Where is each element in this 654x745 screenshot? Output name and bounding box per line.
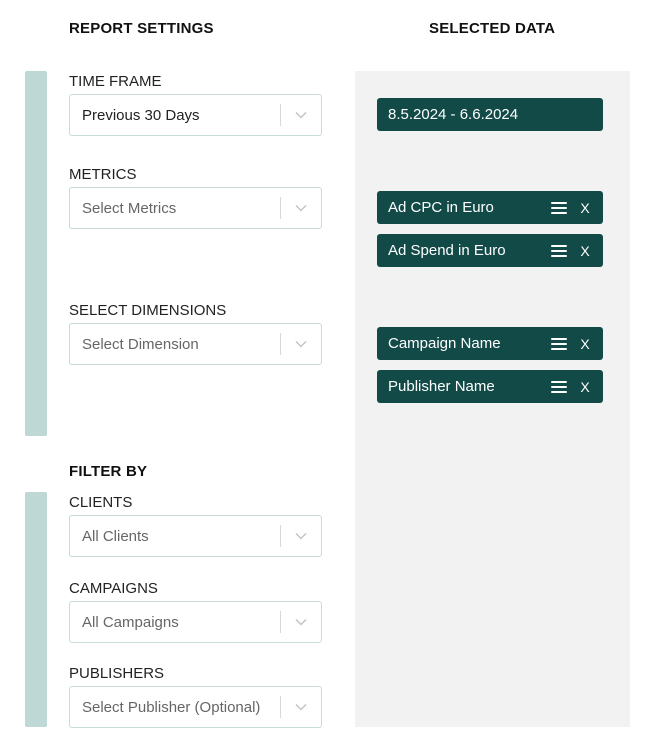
- metrics-placeholder: Select Metrics: [82, 199, 177, 217]
- dimension-chip-label: Publisher Name: [388, 378, 495, 395]
- drag-handle-icon[interactable]: [551, 380, 567, 393]
- metric-chip-label: Ad Spend in Euro: [388, 242, 506, 259]
- time-frame-select[interactable]: Previous 30 Days: [69, 94, 322, 136]
- dimensions-placeholder: Select Dimension: [82, 335, 199, 353]
- dimension-chip[interactable]: Publisher Name X: [377, 370, 603, 403]
- campaigns-label: CAMPAIGNS: [69, 580, 158, 597]
- report-settings-accent-bar: [25, 71, 47, 436]
- publishers-select[interactable]: Select Publisher (Optional): [69, 686, 322, 728]
- remove-metric-button[interactable]: X: [578, 243, 592, 259]
- chevron-down-icon[interactable]: [281, 111, 321, 119]
- chevron-down-icon[interactable]: [281, 618, 321, 626]
- metric-chip-label: Ad CPC in Euro: [388, 199, 494, 216]
- drag-handle-icon[interactable]: [551, 201, 567, 214]
- metrics-label: METRICS: [69, 166, 137, 183]
- publishers-label: PUBLISHERS: [69, 665, 165, 682]
- report-settings-heading: REPORT SETTINGS: [69, 20, 214, 37]
- clients-value: All Clients: [82, 527, 149, 545]
- chevron-down-icon[interactable]: [281, 340, 321, 348]
- date-range-label: 8.5.2024 - 6.6.2024: [388, 106, 519, 123]
- chevron-down-icon[interactable]: [281, 204, 321, 212]
- chevron-down-icon[interactable]: [281, 532, 321, 540]
- drag-handle-icon[interactable]: [551, 244, 567, 257]
- dimensions-select[interactable]: Select Dimension: [69, 323, 322, 365]
- selected-data-heading: SELECTED DATA: [429, 20, 556, 37]
- drag-handle-icon[interactable]: [551, 337, 567, 350]
- campaigns-select[interactable]: All Campaigns: [69, 601, 322, 643]
- metric-chip[interactable]: Ad Spend in Euro X: [377, 234, 603, 267]
- metric-chip[interactable]: Ad CPC in Euro X: [377, 191, 603, 224]
- filter-accent-bar: [25, 492, 47, 727]
- campaigns-value: All Campaigns: [82, 613, 179, 631]
- remove-dimension-button[interactable]: X: [578, 336, 592, 352]
- remove-dimension-button[interactable]: X: [578, 379, 592, 395]
- remove-metric-button[interactable]: X: [578, 200, 592, 216]
- publishers-placeholder: Select Publisher (Optional): [82, 698, 261, 716]
- clients-select[interactable]: All Clients: [69, 515, 322, 557]
- dimensions-label: SELECT DIMENSIONS: [69, 302, 227, 319]
- dimension-chip[interactable]: Campaign Name X: [377, 327, 603, 360]
- time-frame-label: TIME FRAME: [69, 73, 162, 90]
- metrics-select[interactable]: Select Metrics: [69, 187, 322, 229]
- clients-label: CLIENTS: [69, 494, 133, 511]
- filter-by-heading: FILTER BY: [69, 463, 148, 480]
- date-range-chip: 8.5.2024 - 6.6.2024: [377, 98, 603, 131]
- time-frame-value: Previous 30 Days: [82, 106, 200, 124]
- dimension-chip-label: Campaign Name: [388, 335, 501, 352]
- chevron-down-icon[interactable]: [281, 703, 321, 711]
